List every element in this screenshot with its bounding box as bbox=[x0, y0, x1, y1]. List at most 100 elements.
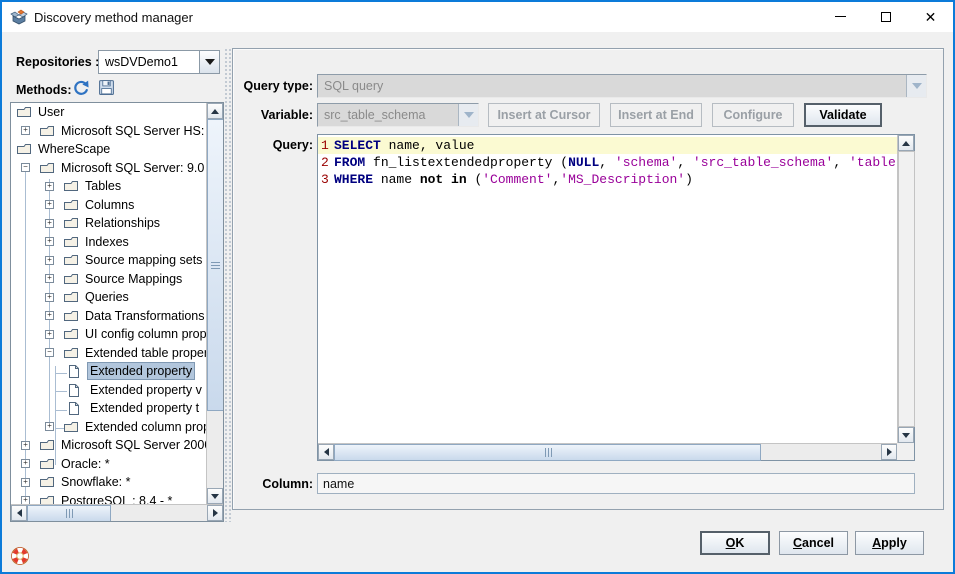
expand-icon[interactable]: + bbox=[45, 330, 54, 339]
tree-item[interactable]: +Relationships bbox=[11, 214, 206, 233]
repositories-dropdown[interactable]: wsDVDemo1 bbox=[98, 50, 220, 74]
folder-icon bbox=[63, 327, 79, 341]
expand-icon[interactable]: + bbox=[45, 200, 54, 209]
tree-item[interactable]: +Queries bbox=[11, 288, 206, 307]
configure-button: Configure bbox=[712, 103, 794, 127]
tree-item[interactable]: Extended property v bbox=[11, 381, 206, 400]
expand-icon[interactable]: + bbox=[45, 182, 54, 191]
ok-button[interactable]: OK bbox=[700, 531, 770, 555]
maximize-button[interactable] bbox=[863, 2, 908, 31]
tree-item[interactable]: +Microsoft SQL Server HS: 9 bbox=[11, 122, 206, 141]
expand-icon[interactable]: + bbox=[21, 459, 30, 468]
cancel-button[interactable]: Cancel bbox=[779, 531, 848, 555]
minimize-button[interactable] bbox=[818, 2, 863, 31]
sql-token: 'schema' bbox=[615, 155, 677, 170]
query-editor[interactable]: 1SELECT name, value2FROM fn_listextended… bbox=[317, 134, 915, 461]
repositories-dropdown-button[interactable] bbox=[199, 51, 219, 73]
query-vertical-scrollbar[interactable] bbox=[897, 135, 914, 443]
tree-item-label: WhereScape bbox=[36, 141, 112, 157]
tree-item[interactable]: − Microsoft SQL Server: 9.0 - bbox=[11, 159, 206, 178]
expand-icon[interactable]: + bbox=[45, 237, 54, 246]
query-vscroll-thumb[interactable] bbox=[898, 151, 915, 427]
arrow-right-icon bbox=[213, 509, 218, 517]
tree-item[interactable]: +Columns bbox=[11, 196, 206, 215]
folder-icon bbox=[16, 142, 32, 156]
tree-item[interactable]: Extended property bbox=[11, 362, 206, 381]
folder-icon bbox=[63, 290, 79, 304]
tree-horizontal-scrollbar[interactable] bbox=[11, 504, 223, 521]
query-hscroll-thumb[interactable] bbox=[334, 444, 761, 461]
scroll-right-arrow[interactable] bbox=[881, 444, 897, 460]
tree-item[interactable]: +Source Mappings bbox=[11, 270, 206, 289]
repositories-label: Repositories : bbox=[16, 55, 99, 69]
expand-icon[interactable]: + bbox=[45, 422, 54, 431]
variable-label: Variable: bbox=[235, 108, 313, 122]
save-methods-button[interactable] bbox=[98, 79, 115, 96]
expand-icon[interactable]: + bbox=[21, 126, 30, 135]
tree-item[interactable]: User bbox=[11, 103, 206, 122]
tree-item[interactable]: +UI config column prope bbox=[11, 325, 206, 344]
collapse-icon[interactable]: − bbox=[21, 163, 30, 172]
tree-item[interactable]: +Data Transformations bbox=[11, 307, 206, 326]
document-icon bbox=[68, 364, 84, 378]
expand-icon[interactable]: + bbox=[45, 311, 54, 320]
folder-icon bbox=[63, 198, 79, 212]
expand-icon[interactable]: + bbox=[45, 256, 54, 265]
expand-icon[interactable]: + bbox=[45, 293, 54, 302]
tree-item[interactable]: + Tables bbox=[11, 177, 206, 196]
query-detail-panel: Query type: SQL query Variable: src_tabl… bbox=[232, 48, 944, 510]
validate-button[interactable]: Validate bbox=[804, 103, 882, 127]
tree-item[interactable]: WhereScape bbox=[11, 140, 206, 159]
scroll-down-arrow[interactable] bbox=[898, 427, 914, 443]
expand-icon[interactable]: + bbox=[45, 219, 54, 228]
query-horizontal-scrollbar[interactable] bbox=[318, 443, 897, 460]
expand-icon[interactable]: + bbox=[45, 274, 54, 283]
folder-icon bbox=[63, 346, 79, 360]
tree-item[interactable]: +Indexes bbox=[11, 233, 206, 252]
repositories-selected-value: wsDVDemo1 bbox=[99, 51, 199, 73]
scroll-down-arrow[interactable] bbox=[207, 488, 223, 504]
tree-item[interactable]: +Source mapping sets bbox=[11, 251, 206, 270]
method-tree[interactable]: User+Microsoft SQL Server HS: 9WhereScap… bbox=[11, 103, 206, 504]
arrow-down-icon bbox=[211, 494, 219, 499]
maximize-icon bbox=[881, 12, 891, 22]
tree-item[interactable]: +Oracle: * bbox=[11, 455, 206, 474]
tree-vscroll-thumb[interactable] bbox=[207, 119, 224, 411]
sql-token: , bbox=[677, 155, 693, 170]
scroll-left-arrow[interactable] bbox=[11, 505, 27, 521]
scroll-right-arrow[interactable] bbox=[207, 505, 223, 521]
folder-icon bbox=[39, 161, 55, 175]
column-field[interactable]: name bbox=[317, 473, 915, 494]
tree-item[interactable]: +Snowflake: * bbox=[11, 473, 206, 492]
scroll-up-arrow[interactable] bbox=[207, 103, 223, 119]
tree-item[interactable]: −Extended table propert bbox=[11, 344, 206, 363]
tree-item[interactable]: Extended property t bbox=[11, 399, 206, 418]
split-pane-divider[interactable] bbox=[224, 48, 232, 522]
expand-icon[interactable]: + bbox=[21, 441, 30, 450]
refresh-methods-button[interactable] bbox=[72, 80, 89, 97]
tree-item[interactable]: +Extended column prop bbox=[11, 418, 206, 437]
close-button[interactable]: ✕ bbox=[908, 2, 953, 31]
sql-token: fn_listextendedproperty ( bbox=[365, 155, 568, 170]
variable-value: src_table_schema bbox=[318, 104, 458, 126]
arrow-left-icon bbox=[324, 448, 329, 456]
tree-vertical-scrollbar[interactable] bbox=[206, 103, 223, 504]
sql-token: NULL bbox=[568, 155, 599, 170]
apply-button[interactable]: Apply bbox=[855, 531, 924, 555]
tree-hscroll-thumb[interactable] bbox=[27, 505, 111, 522]
expand-icon[interactable]: + bbox=[21, 496, 30, 504]
scroll-up-arrow[interactable] bbox=[898, 135, 914, 151]
tree-item[interactable]: + PostgreSQL : 8.4 - * bbox=[11, 492, 206, 505]
collapse-icon[interactable]: − bbox=[45, 348, 54, 357]
tree-item-label: PostgreSQL : 8.4 - * bbox=[59, 493, 174, 504]
expand-icon[interactable]: + bbox=[21, 478, 30, 487]
tree-item-label: Microsoft SQL Server: 9.0 - bbox=[59, 160, 206, 176]
tree-item[interactable]: +Microsoft SQL Server 2000 bbox=[11, 436, 206, 455]
methods-label: Methods: bbox=[16, 83, 72, 97]
tree-item-label: Tables bbox=[83, 178, 123, 194]
help-lifebuoy-icon[interactable] bbox=[10, 546, 30, 566]
chevron-down-icon bbox=[912, 83, 922, 89]
document-icon bbox=[68, 401, 84, 415]
query-label: Query: bbox=[235, 138, 313, 152]
scroll-left-arrow[interactable] bbox=[318, 444, 334, 460]
